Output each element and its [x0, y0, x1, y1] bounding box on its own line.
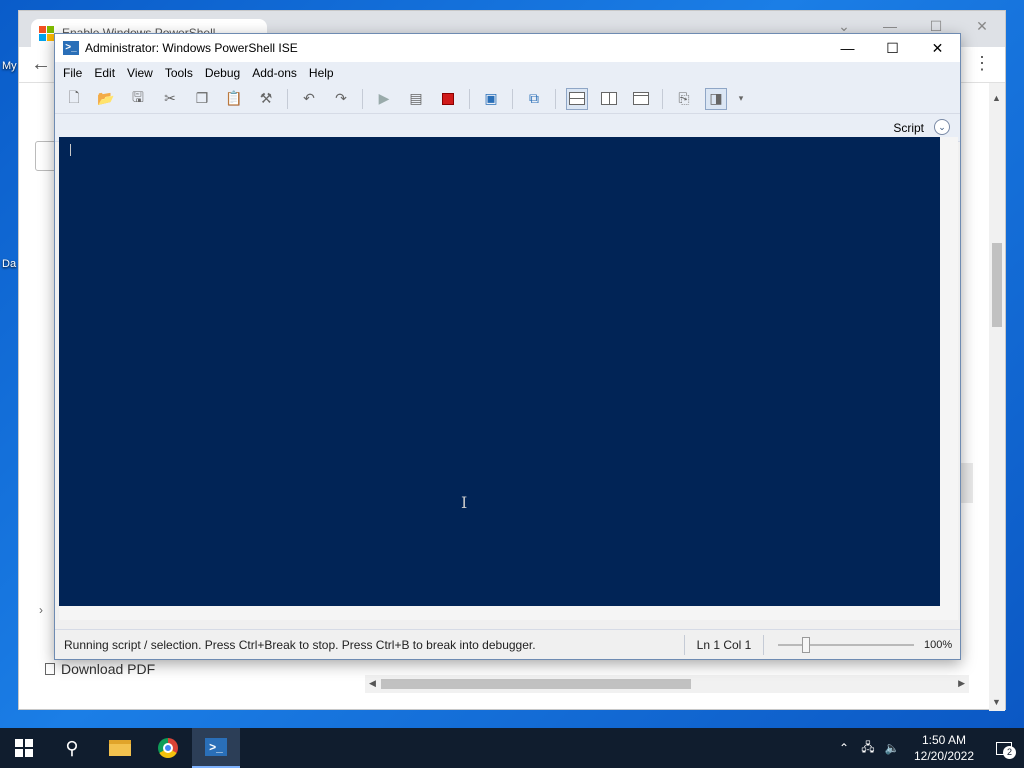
- chevron-right-icon[interactable]: ›: [39, 603, 43, 617]
- scroll-left-icon[interactable]: ◀: [369, 678, 376, 689]
- start-button[interactable]: [0, 728, 48, 768]
- scroll-down-icon[interactable]: ▼: [992, 697, 1001, 707]
- menu-help[interactable]: Help: [303, 66, 340, 80]
- show-command-addon-icon[interactable]: ◨: [705, 87, 727, 110]
- clock[interactable]: 1:50 AM 12/20/2022: [904, 732, 984, 764]
- search-icon[interactable]: ⚲: [48, 728, 96, 768]
- menu-bar: File Edit View Tools Debug Add-ons Help: [55, 62, 960, 84]
- clear-console-icon[interactable]: ⚒: [255, 88, 277, 110]
- scroll-right-icon[interactable]: ▶: [958, 678, 965, 689]
- network-icon[interactable]: 🖧: [856, 738, 880, 759]
- menu-add-ons[interactable]: Add-ons: [246, 66, 303, 80]
- show-script-maximized-icon[interactable]: [630, 88, 652, 110]
- volume-icon[interactable]: 🔈: [880, 741, 904, 755]
- undo-icon[interactable]: ↶: [298, 88, 320, 110]
- desktop-icon-label[interactable]: Da: [2, 258, 16, 270]
- redo-icon[interactable]: ↷: [330, 88, 352, 110]
- new-file-icon[interactable]: 🗋: [63, 88, 85, 110]
- script-label[interactable]: Script: [893, 121, 924, 135]
- column-number: Col 1: [723, 637, 752, 652]
- toolbar-separator: [512, 88, 513, 109]
- zoom-slider[interactable]: [778, 636, 914, 653]
- remote-powershell-icon[interactable]: ▣: [480, 88, 502, 110]
- desktop-icon-label[interactable]: My: [2, 60, 17, 72]
- powershell-ise-window: >_ Administrator: Windows PowerShell ISE…: [54, 33, 961, 660]
- minimize-button[interactable]: —: [825, 34, 870, 62]
- download-pdf-label: Download PDF: [61, 661, 156, 677]
- close-button[interactable]: ✕: [915, 34, 960, 62]
- page-side-panel: [959, 463, 973, 503]
- console-horizontal-scrollbar[interactable]: [59, 606, 958, 620]
- scrollbar-thumb[interactable]: [381, 679, 691, 689]
- scrollbar-thumb[interactable]: [992, 243, 1002, 327]
- taskbar: ⚲ >_ ⌃ 🖧 🔈 1:50 AM 12/20/2022 2: [0, 728, 1024, 768]
- windows-logo-icon: [15, 739, 33, 757]
- download-pdf-link[interactable]: Download PDF: [45, 661, 155, 677]
- console-pane[interactable]: I: [59, 137, 940, 606]
- console-vertical-scrollbar[interactable]: [940, 137, 958, 606]
- back-arrow-icon[interactable]: ←: [31, 53, 51, 76]
- menu-edit[interactable]: Edit: [88, 66, 121, 80]
- text-cursor: [70, 144, 71, 156]
- toolbar-separator: [662, 88, 663, 109]
- maximize-button[interactable]: ☐: [870, 34, 915, 62]
- scroll-up-icon[interactable]: ▲: [992, 93, 1001, 103]
- ise-window-controls: — ☐ ✕: [825, 34, 960, 62]
- ibeam-cursor-icon: I: [461, 493, 468, 512]
- zoom-slider-thumb[interactable]: [802, 636, 810, 653]
- clock-date: 12/20/2022: [913, 749, 975, 763]
- toolbar-separator: [362, 88, 363, 109]
- copy-icon[interactable]: ❐: [191, 88, 213, 110]
- status-message: Running script / selection. Press Ctrl+B…: [64, 637, 536, 652]
- file-explorer-icon[interactable]: [96, 728, 144, 768]
- show-hidden-icons-icon[interactable]: ⌃: [832, 741, 856, 755]
- run-selection-icon[interactable]: ▤: [405, 88, 427, 110]
- stop-operation-icon[interactable]: [437, 88, 459, 110]
- menu-tools[interactable]: Tools: [159, 66, 199, 80]
- menu-view[interactable]: View: [121, 66, 159, 80]
- status-bar: Running script / selection. Press Ctrl+B…: [55, 629, 960, 659]
- show-command-window-icon[interactable]: ⎘: [673, 88, 695, 110]
- save-icon[interactable]: 🖫: [127, 88, 149, 110]
- cut-icon[interactable]: ✂: [159, 88, 181, 110]
- notification-count: 2: [1003, 746, 1016, 759]
- status-divider: [763, 634, 764, 655]
- system-tray: ⌃ 🖧 🔈 1:50 AM 12/20/2022 2: [832, 728, 1024, 768]
- chevron-down-icon[interactable]: ⌄: [934, 119, 950, 135]
- cursor-position: Ln 1 Col 1: [685, 638, 763, 652]
- show-script-right-icon[interactable]: [598, 88, 620, 110]
- browser-close-button[interactable]: ✕: [959, 11, 1005, 41]
- paste-icon[interactable]: 📋: [223, 88, 245, 110]
- microsoft-logo-icon: [39, 25, 54, 41]
- horizontal-scrollbar[interactable]: ◀ ▶: [365, 675, 969, 693]
- start-powershell-icon[interactable]: ⧉: [523, 88, 545, 110]
- window-title: Administrator: Windows PowerShell ISE: [85, 41, 298, 55]
- toolbar-separator: [555, 88, 556, 109]
- document-icon: [45, 663, 55, 675]
- clock-time: 1:50 AM: [921, 733, 967, 747]
- show-script-top-icon[interactable]: [566, 87, 588, 110]
- chrome-icon[interactable]: [144, 728, 192, 768]
- open-folder-icon[interactable]: 📂: [95, 88, 117, 110]
- toolbar: 🗋 📂 🖫 ✂ ❐ 📋 ⚒ ↶ ↷ ▶ ▤ ▣ ⧉ ⎘ ◨ ▾: [55, 84, 960, 114]
- toolbar-overflow-icon[interactable]: ▾: [737, 88, 745, 110]
- more-menu-icon[interactable]: ⋮: [973, 53, 991, 74]
- notification-center-icon[interactable]: 2: [984, 728, 1024, 768]
- menu-debug[interactable]: Debug: [199, 66, 246, 80]
- toolbar-separator: [287, 88, 288, 109]
- run-script-icon[interactable]: ▶: [373, 88, 395, 110]
- zoom-level: 100%: [924, 638, 953, 651]
- powershell-icon: >_: [63, 41, 79, 55]
- toolbar-separator: [469, 88, 470, 109]
- ise-titlebar[interactable]: >_ Administrator: Windows PowerShell ISE…: [55, 34, 960, 62]
- line-number: Ln 1: [696, 637, 720, 652]
- vertical-scrollbar[interactable]: ▲ ▼: [989, 83, 1005, 711]
- menu-file[interactable]: File: [57, 66, 88, 80]
- powershell-ise-taskbar-icon[interactable]: >_: [192, 728, 240, 768]
